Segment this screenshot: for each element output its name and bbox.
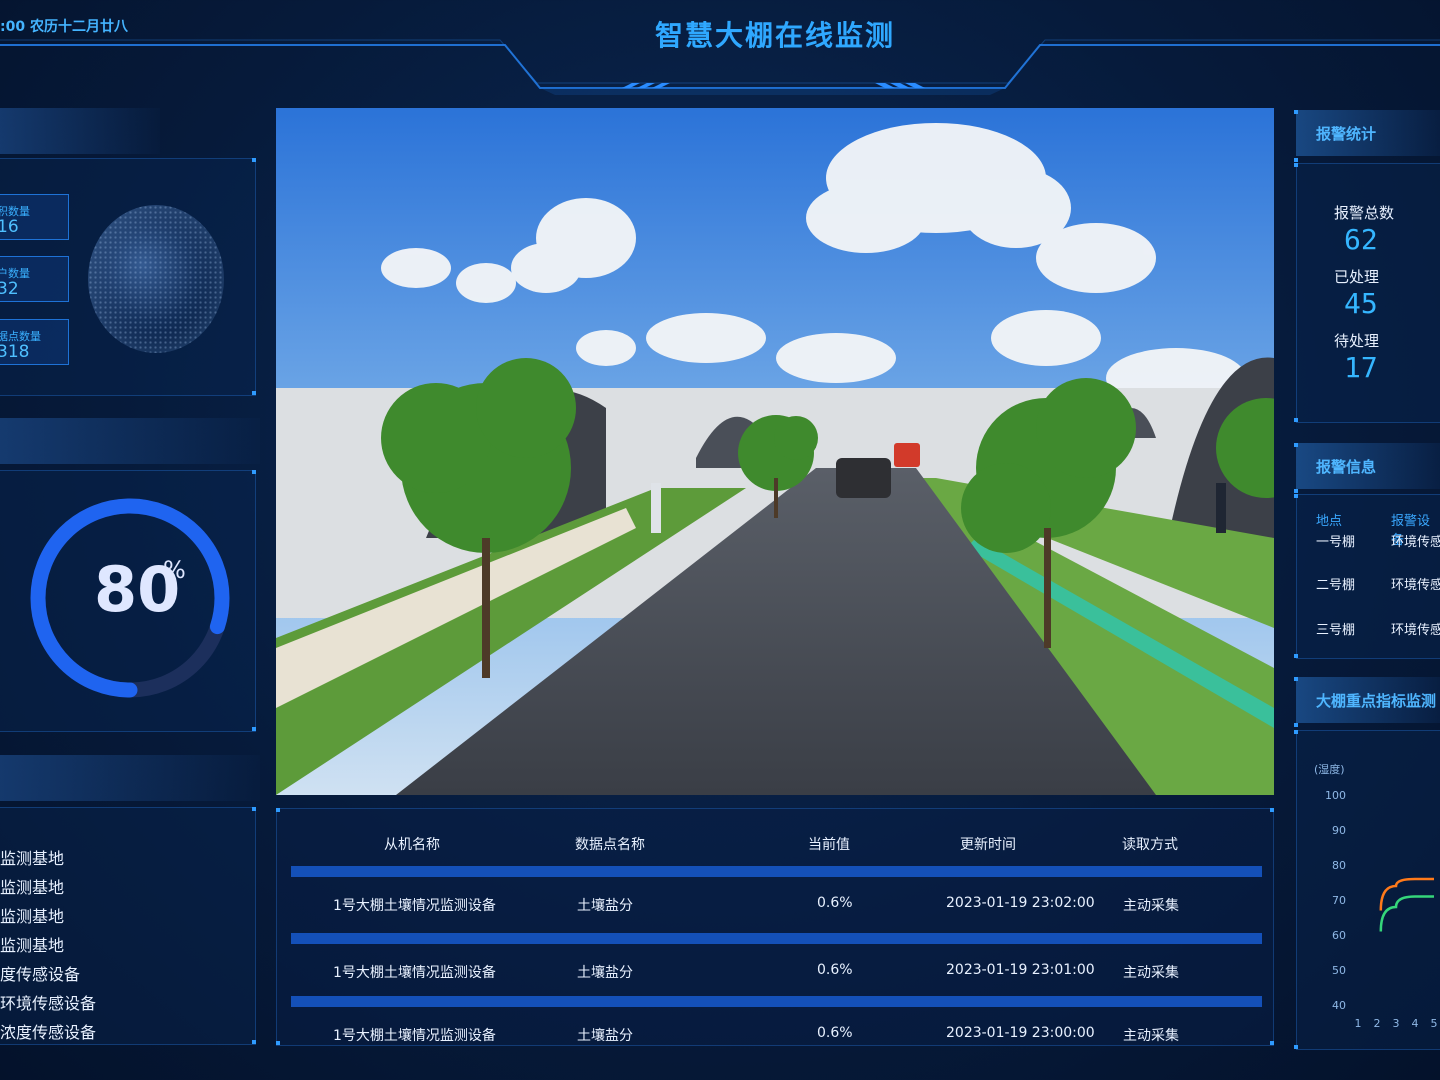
list-item[interactable]: 环境传感设备 — [0, 990, 96, 1014]
table-cell: 0.6% — [817, 1025, 853, 1041]
table-cell: 1号大棚土壤情况监测设备 — [333, 1028, 496, 1044]
x-tick-label: 3 — [1393, 1017, 1400, 1030]
list-item[interactable]: 浓度传感设备 — [0, 1019, 96, 1043]
list-item[interactable]: 度传感设备 — [0, 961, 80, 985]
table-cell: 1号大棚土壤情况监测设备 — [333, 898, 496, 914]
list-item[interactable]: 监测基地 — [0, 903, 64, 927]
table-cell: 0.6% — [817, 962, 853, 978]
column-header: 数据点名称 — [575, 837, 645, 853]
y-tick-label: 70 — [1332, 894, 1346, 907]
gauge-unit: % — [163, 556, 186, 584]
header-datetime: :00 农历十二月廿八 — [0, 19, 128, 35]
table-row-divider — [291, 933, 1262, 944]
list-item[interactable]: 监测基地 — [0, 845, 64, 869]
table-cell: 土壤盐分 — [577, 1028, 633, 1044]
alarm-handled-label: 已处理 — [1334, 268, 1380, 286]
alarm-info-header: 报警信息 — [1296, 443, 1440, 489]
alarm-info-cell: 环境传感 — [1391, 578, 1440, 593]
y-tick-label: 90 — [1332, 824, 1346, 837]
stat-value: 318 — [0, 342, 30, 362]
stat-value: 16 — [0, 217, 19, 237]
x-tick-label: 5 — [1431, 1017, 1438, 1030]
y-tick-label: 80 — [1332, 859, 1346, 872]
alarm-info-cell: 三号棚 — [1316, 623, 1356, 638]
series-line — [1379, 877, 1434, 911]
humidity-line-chart: 100 90 80 70 60 50 40 1 2 3 4 5 — [1325, 789, 1438, 1030]
alarm-stats-header: 报警统计 — [1296, 110, 1440, 156]
table-cell: 主动采集 — [1123, 898, 1179, 914]
x-tick-label: 2 — [1374, 1017, 1381, 1030]
alarm-pending-label: 待处理 — [1334, 332, 1380, 350]
left-panel-2-header — [0, 418, 260, 464]
table-cell: 1号大棚土壤情况监测设备 — [333, 965, 496, 981]
alarm-info-col-header: 地点 — [1316, 514, 1343, 529]
alarm-total-label: 报警总数 — [1334, 204, 1395, 222]
stat-box-1: 积数量 16 — [0, 194, 69, 240]
table-cell: 0.6% — [817, 895, 853, 911]
y-tick-label: 40 — [1332, 999, 1346, 1012]
indicator-title: 大棚重点指标监测 — [1316, 692, 1437, 710]
stat-box-3: 据点数量 318 — [0, 319, 69, 365]
y-tick-label: 100 — [1325, 789, 1346, 802]
alarm-total-value: 62 — [1344, 223, 1378, 256]
left-panel-3-header — [0, 755, 260, 801]
y-tick-label: 50 — [1332, 964, 1346, 977]
table-cell: 土壤盐分 — [577, 898, 633, 914]
y-tick-label: 60 — [1332, 929, 1346, 942]
stat-box-2: 户数量 32 — [0, 256, 69, 302]
alarm-info-cell: 二号棚 — [1316, 578, 1356, 593]
list-item[interactable]: 监测基地 — [0, 932, 64, 956]
column-header: 当前值 — [808, 837, 850, 853]
alarm-info-cell: 一号棚 — [1316, 535, 1356, 550]
table-cell: 2023-01-19 23:01:00 — [946, 962, 1095, 978]
left-panel-1-header — [0, 108, 160, 154]
table-cell: 2023-01-19 23:02:00 — [946, 895, 1095, 911]
greenhouse-scene-image — [276, 108, 1274, 795]
column-header: 从机名称 — [384, 837, 440, 853]
table-cell: 2023-01-19 23:00:00 — [946, 1025, 1095, 1041]
table-cell: 主动采集 — [1123, 965, 1179, 981]
series-line — [1379, 895, 1434, 932]
alarm-info-cell: 环境传感 — [1391, 535, 1440, 550]
alarm-handled-value: 45 — [1344, 287, 1378, 320]
chart-ylabel: (湿度) — [1314, 763, 1345, 776]
alarm-info-cell: 环境传感 — [1391, 623, 1440, 638]
alarm-stats-title: 报警统计 — [1316, 125, 1377, 143]
page-title: 智慧大棚在线监测 — [654, 19, 895, 52]
column-header: 更新时间 — [960, 837, 1016, 853]
table-row-divider — [291, 996, 1262, 1007]
column-header: 读取方式 — [1122, 837, 1178, 853]
globe-icon — [88, 205, 224, 353]
stat-value: 32 — [0, 279, 19, 299]
list-item[interactable]: 监测基地 — [0, 874, 64, 898]
x-tick-label: 1 — [1355, 1017, 1362, 1030]
alarm-pending-value: 17 — [1344, 351, 1378, 384]
table-cell: 主动采集 — [1123, 1028, 1179, 1044]
x-tick-label: 4 — [1412, 1017, 1419, 1030]
indicator-header: 大棚重点指标监测 — [1296, 677, 1440, 723]
table-row-divider — [291, 866, 1262, 877]
table-cell: 土壤盐分 — [577, 965, 633, 981]
alarm-info-title: 报警信息 — [1316, 458, 1377, 476]
